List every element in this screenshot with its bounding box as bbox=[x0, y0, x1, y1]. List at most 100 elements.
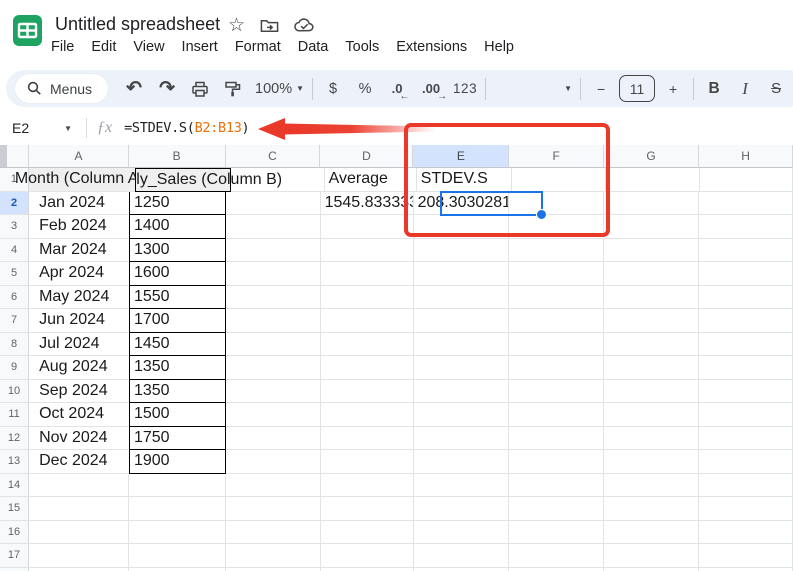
cell-E9[interactable] bbox=[414, 356, 510, 380]
cell-B2[interactable]: 1250 bbox=[129, 192, 226, 216]
cell-A10[interactable]: Sep 2024 bbox=[29, 380, 129, 404]
cell-C4[interactable] bbox=[226, 239, 321, 263]
cell-F5[interactable] bbox=[509, 262, 604, 286]
cell-G11[interactable] bbox=[604, 403, 699, 427]
cell-F18[interactable] bbox=[509, 568, 604, 571]
cell-D3[interactable] bbox=[321, 215, 414, 239]
cell-G3[interactable] bbox=[604, 215, 699, 239]
cell-G14[interactable] bbox=[604, 474, 699, 498]
increase-font-size-button[interactable]: + bbox=[661, 77, 685, 101]
menu-edit[interactable]: Edit bbox=[91, 39, 116, 55]
cell-D6[interactable] bbox=[321, 286, 414, 310]
cell-B11[interactable]: 1500 bbox=[129, 403, 226, 427]
row-header-6[interactable]: 6 bbox=[0, 286, 29, 310]
sheets-logo-icon[interactable] bbox=[12, 15, 43, 46]
cell-G16[interactable] bbox=[604, 521, 699, 545]
redo-button[interactable]: ↷ bbox=[155, 77, 179, 101]
row-header-9[interactable]: 9 bbox=[0, 356, 29, 380]
menu-insert[interactable]: Insert bbox=[182, 39, 218, 55]
cell-D2[interactable]: 1545.833333 bbox=[321, 192, 414, 216]
cell-D9[interactable] bbox=[321, 356, 414, 380]
column-header-B[interactable]: B bbox=[129, 145, 226, 168]
cell-G7[interactable] bbox=[604, 309, 699, 333]
row-header-14[interactable]: 14 bbox=[0, 474, 29, 498]
cell-C11[interactable] bbox=[226, 403, 321, 427]
cell-E4[interactable] bbox=[414, 239, 510, 263]
cell-B15[interactable] bbox=[129, 497, 226, 521]
fill-handle[interactable] bbox=[536, 209, 547, 220]
cell-G4[interactable] bbox=[604, 239, 699, 263]
cell-H14[interactable] bbox=[699, 474, 793, 498]
cell-B4[interactable]: 1300 bbox=[129, 239, 226, 263]
cell-H7[interactable] bbox=[699, 309, 793, 333]
cell-G15[interactable] bbox=[604, 497, 699, 521]
cell-H4[interactable] bbox=[699, 239, 793, 263]
cell-A3[interactable]: Feb 2024 bbox=[29, 215, 129, 239]
cell-E3[interactable] bbox=[414, 215, 510, 239]
menu-file[interactable]: File bbox=[51, 39, 74, 55]
formula-input[interactable]: =STDEV.S(B2:B13) bbox=[124, 120, 249, 136]
cell-A15[interactable] bbox=[29, 497, 129, 521]
cell-F14[interactable] bbox=[509, 474, 604, 498]
cell-G12[interactable] bbox=[604, 427, 699, 451]
cell-A14[interactable] bbox=[29, 474, 129, 498]
row-header-12[interactable]: 12 bbox=[0, 427, 29, 451]
cell-H18[interactable] bbox=[699, 568, 793, 571]
cell-G5[interactable] bbox=[604, 262, 699, 286]
cell-D14[interactable] bbox=[321, 474, 414, 498]
row-header-4[interactable]: 4 bbox=[0, 239, 29, 263]
row-header-18[interactable]: 18 bbox=[0, 568, 29, 571]
cell-A16[interactable] bbox=[29, 521, 129, 545]
move-to-folder-icon[interactable] bbox=[260, 18, 279, 34]
document-title[interactable]: Untitled spreadsheet bbox=[55, 14, 220, 35]
cell-B5[interactable]: 1600 bbox=[129, 262, 226, 286]
row-header-10[interactable]: 10 bbox=[0, 380, 29, 404]
cell-F10[interactable] bbox=[509, 380, 604, 404]
column-header-F[interactable]: F bbox=[509, 145, 604, 168]
cell-D7[interactable] bbox=[321, 309, 414, 333]
cell-C13[interactable] bbox=[226, 450, 321, 474]
cell-F8[interactable] bbox=[509, 333, 604, 357]
cell-A18[interactable] bbox=[29, 568, 129, 571]
cell-A11[interactable]: Oct 2024 bbox=[29, 403, 129, 427]
cell-B17[interactable] bbox=[129, 544, 226, 568]
cell-E8[interactable] bbox=[414, 333, 510, 357]
menu-help[interactable]: Help bbox=[484, 39, 514, 55]
zoom-select[interactable]: 100%▼ bbox=[255, 77, 304, 101]
cell-H16[interactable] bbox=[699, 521, 793, 545]
cell-H5[interactable] bbox=[699, 262, 793, 286]
cell-H12[interactable] bbox=[699, 427, 793, 451]
cell-F11[interactable] bbox=[509, 403, 604, 427]
menu-data[interactable]: Data bbox=[298, 39, 329, 55]
menu-view[interactable]: View bbox=[133, 39, 164, 55]
cell-B10[interactable]: 1350 bbox=[129, 380, 226, 404]
cell-E11[interactable] bbox=[414, 403, 510, 427]
cell-A6[interactable]: May 2024 bbox=[29, 286, 129, 310]
cell-E18[interactable] bbox=[414, 568, 510, 571]
cell-C3[interactable] bbox=[226, 215, 321, 239]
cell-D17[interactable] bbox=[321, 544, 414, 568]
undo-button[interactable]: ↶ bbox=[122, 77, 146, 101]
cloud-saved-icon[interactable] bbox=[294, 18, 315, 33]
cell-C18[interactable] bbox=[226, 568, 321, 571]
cell-F16[interactable] bbox=[509, 521, 604, 545]
cell-G2[interactable] bbox=[604, 192, 699, 216]
cell-A1[interactable]: Month (Column A) bbox=[29, 168, 135, 192]
cell-B8[interactable]: 1450 bbox=[129, 333, 226, 357]
cell-E17[interactable] bbox=[414, 544, 510, 568]
cell-G17[interactable] bbox=[604, 544, 699, 568]
cell-C10[interactable] bbox=[226, 380, 321, 404]
cell-H9[interactable] bbox=[699, 356, 793, 380]
decrease-font-size-button[interactable]: − bbox=[589, 77, 613, 101]
cell-D4[interactable] bbox=[321, 239, 414, 263]
font-size-input[interactable]: 11 bbox=[619, 75, 655, 102]
cell-A13[interactable]: Dec 2024 bbox=[29, 450, 129, 474]
cell-E14[interactable] bbox=[414, 474, 510, 498]
column-header-E[interactable]: E bbox=[413, 145, 509, 168]
cell-C5[interactable] bbox=[226, 262, 321, 286]
cell-G13[interactable] bbox=[604, 450, 699, 474]
cell-C8[interactable] bbox=[226, 333, 321, 357]
cell-F4[interactable] bbox=[509, 239, 604, 263]
cell-B1[interactable]: Monthly_Sales (Column B) bbox=[135, 168, 231, 192]
column-header-H[interactable]: H bbox=[699, 145, 793, 168]
